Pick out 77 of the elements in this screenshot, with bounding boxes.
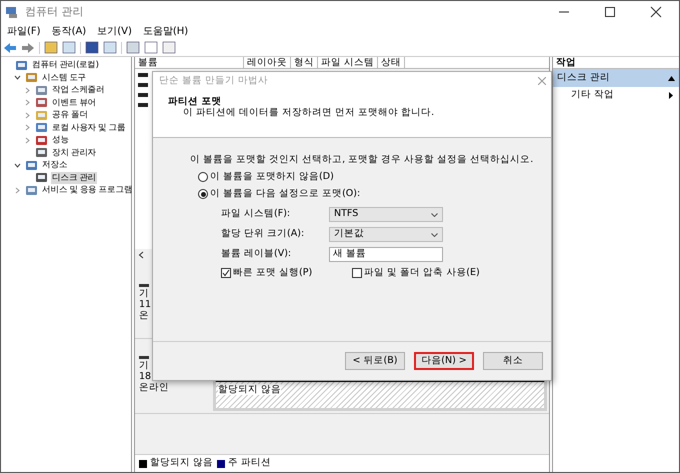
legend-label: 주 파티션 (228, 456, 272, 470)
check-icon (222, 269, 230, 277)
instruction-text: 이 볼륨을 포맷할 것인지 선택하고, 포맷할 경우 사용할 설정을 선택하십시오. (190, 154, 534, 165)
dialog-title: 단순 볼륨 만들기 마법사 (159, 74, 268, 88)
tree-node-icon (35, 146, 48, 160)
wizard-button[interactable]: 다음(N) > (414, 352, 474, 370)
column-header[interactable]: 형식 (291, 57, 318, 68)
wizard-button[interactable]: 취소 (483, 352, 543, 370)
computer-management-icon (5, 5, 19, 19)
tree-node-icon (35, 171, 48, 184)
dropdown[interactable]: NTFS (329, 207, 443, 222)
tree-node-icon (15, 58, 28, 72)
disk-info: 기 (139, 288, 150, 299)
tree-item[interactable]: 작업 스케줄러 (51, 84, 106, 96)
partition-label: 할당되지 않음 (218, 384, 282, 395)
tree-node-icon (35, 84, 48, 97)
collapse-chevron-icon[interactable] (14, 74, 20, 82)
checkbox-option[interactable]: 파일 및 폴더 압축 사용(E) (352, 267, 480, 279)
column-header[interactable]: 파일 시스템 (318, 57, 378, 68)
field-label: 볼륨 레이블(V): (221, 247, 292, 262)
chevron-down-icon (431, 212, 438, 216)
expand-chevron-icon[interactable] (24, 136, 30, 144)
expand-chevron-icon[interactable] (24, 86, 30, 94)
field-label: 파일 시스템(F): (221, 207, 292, 222)
menu-item[interactable]: 도움말(H) (142, 24, 188, 38)
tree-item[interactable]: 공유 폴더 (51, 109, 89, 122)
collapse-chevron-icon[interactable] (14, 162, 20, 169)
legend-label: 할당되지 않음 (150, 456, 214, 470)
disk-info: 11 (139, 299, 152, 310)
tree-item[interactable]: 시스템 도구 (41, 72, 88, 84)
tree-item[interactable]: 서비스 및 응용 프로그램 (41, 184, 134, 196)
menu-item[interactable]: 동작(A) (52, 24, 86, 38)
tree-item[interactable]: 컴퓨터 관리(로컬) (31, 59, 100, 72)
menu-item[interactable]: 파일(F) (7, 24, 41, 38)
column-header[interactable]: 상태 (378, 57, 406, 68)
wizard-button[interactable]: < 뒤로(B) (345, 352, 405, 370)
actions-section[interactable]: 디스크 관리 (553, 69, 679, 87)
forward-arrow-icon[interactable] (21, 42, 35, 54)
expand-chevron-icon[interactable] (14, 186, 20, 194)
tree-node-icon (25, 158, 38, 172)
chevron-down-icon (431, 232, 438, 236)
column-header[interactable]: 볼륨 (135, 57, 244, 68)
page-description: 이 파티션에 데이터를 저장하려면 먼저 포맷해야 합니다. (182, 107, 436, 118)
tree-item[interactable]: 장치 관리자 (51, 146, 98, 159)
tree-item[interactable]: 로컬 사용자 및 그룹 (51, 122, 127, 134)
scroll-left-icon[interactable] (138, 251, 144, 259)
column-header[interactable]: 레이아웃 (244, 57, 291, 68)
input-field[interactable]: 새 볼륨 (329, 247, 443, 262)
action-item[interactable]: 기타 작업 (553, 87, 679, 103)
tree-item[interactable]: 이벤트 뷰어 (51, 96, 98, 109)
tree-item[interactable]: 성능 (51, 134, 70, 146)
checkbox-option[interactable]: 빠른 포맷 실행(P) (221, 267, 312, 279)
tree-node-icon (35, 121, 48, 134)
tree-node-icon (25, 71, 38, 84)
tree-node-icon (25, 184, 38, 197)
page-heading: 파티션 포맷 (167, 96, 222, 107)
field-label: 할당 단위 크기(A): (221, 227, 306, 242)
disk-info: 기 (139, 360, 150, 371)
submenu-arrow-icon (669, 92, 673, 98)
tree-item[interactable]: 디스크 관리 (51, 172, 98, 184)
tree-item[interactable]: 저장소 (41, 159, 68, 172)
tree-node-icon (35, 134, 48, 147)
back-arrow-icon[interactable] (3, 42, 17, 54)
tree-node-icon (35, 96, 48, 110)
expand-chevron-icon[interactable] (24, 112, 30, 119)
expand-chevron-icon[interactable] (24, 124, 30, 132)
disk-info: 온라인 (139, 382, 170, 393)
radio-option[interactable]: 이 볼륨을 포맷하지 않음(D) (198, 171, 551, 183)
collapse-triangle-icon[interactable] (668, 76, 675, 80)
window-title: 컴퓨터 관리 (25, 4, 84, 20)
dropdown[interactable]: 기본값 (329, 227, 443, 242)
disk-info: 18 (139, 371, 152, 382)
radio-option[interactable]: 이 볼륨을 다음 설정으로 포맷(O): (198, 188, 551, 200)
tree-node-icon (35, 108, 48, 122)
menu-item[interactable]: 보기(V) (97, 24, 132, 38)
disk-info: 온 (139, 310, 150, 321)
expand-chevron-icon[interactable] (24, 99, 30, 106)
